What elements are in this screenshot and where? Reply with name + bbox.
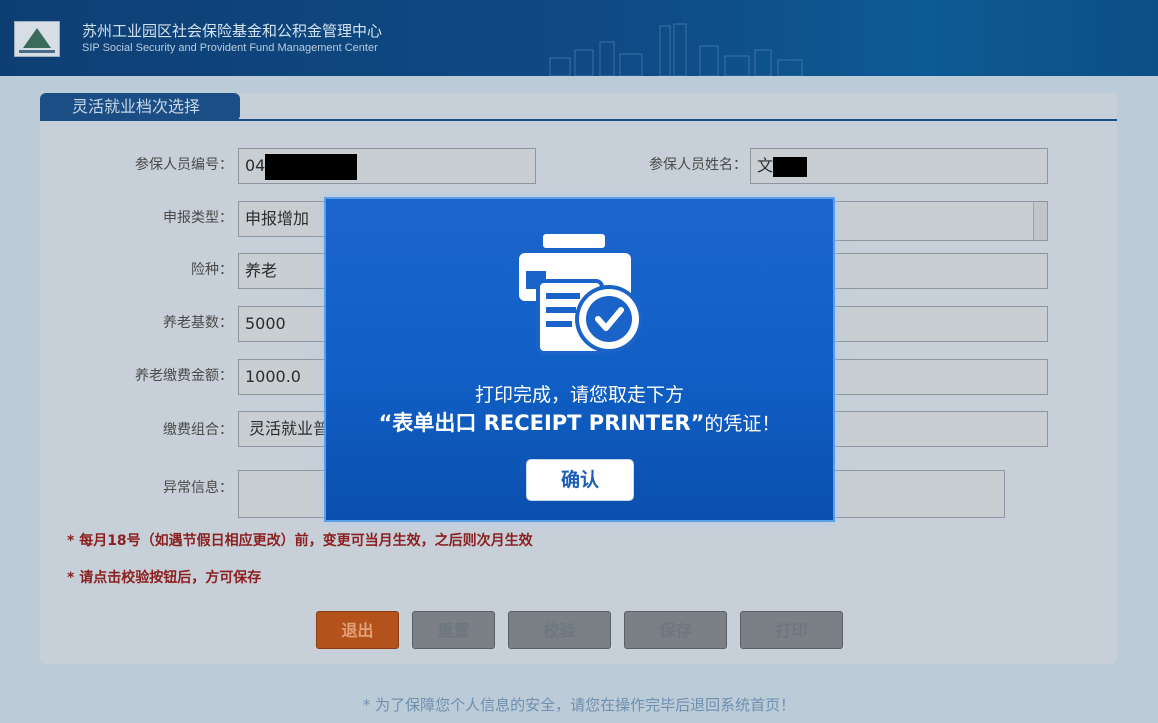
sip-logo xyxy=(14,21,60,57)
pension-amount-label: 养老缴费金额： xyxy=(135,368,233,384)
receipt-printer-label: “表单出口 RECEIPT PRINTER” xyxy=(378,411,705,435)
save-button[interactable]: 保存 xyxy=(624,611,727,649)
member-name-field[interactable]: 文 xyxy=(750,148,1048,184)
form-tab-title: 灵活就业档次选择 xyxy=(40,93,240,121)
payment-combo-label: 缴费组合： xyxy=(163,422,233,438)
pension-base-field-right[interactable] xyxy=(832,306,1048,342)
print-button[interactable]: 打印 xyxy=(740,611,843,649)
verify-note: * 请点击校验按钮后，方可保存 xyxy=(67,570,262,586)
error-info-textarea[interactable] xyxy=(238,470,328,518)
dialog-message-line2: “表单出口 RECEIPT PRINTER”的凭证！ xyxy=(326,407,833,437)
member-id-value: 04 xyxy=(245,156,266,175)
payment-combo-field[interactable]: 灵活就业普 xyxy=(238,411,328,447)
report-type-select[interactable]: 申报增加 xyxy=(238,201,328,237)
verify-button[interactable]: 校验 xyxy=(508,611,611,649)
exit-button[interactable]: 退出 xyxy=(316,611,399,649)
tab-divider xyxy=(40,119,1117,121)
printer-check-icon xyxy=(519,234,643,355)
insurance-type-field[interactable]: 养老 xyxy=(238,253,328,289)
skyline-graphic xyxy=(549,23,803,76)
member-id-label: 参保人员编号： xyxy=(135,157,233,173)
member-name-value: 文 xyxy=(757,156,774,175)
dialog-message-tail: 的凭证！ xyxy=(704,413,781,435)
insurance-field-right[interactable] xyxy=(832,253,1048,289)
pension-amount-field-right[interactable] xyxy=(832,359,1048,395)
reset-button[interactable]: 重置 xyxy=(412,611,495,649)
deadline-note: * 每月18号（如遇节假日相应更改）前，变更可当月生效，之后则次月生效 xyxy=(67,533,533,549)
redaction-block xyxy=(773,156,808,177)
print-complete-dialog: 打印完成，请您取走下方 “表单出口 RECEIPT PRINTER”的凭证！ 确… xyxy=(324,197,835,522)
report-type-select-right[interactable] xyxy=(832,201,1048,241)
pension-amount-field[interactable]: 1000.0 xyxy=(238,359,328,395)
payment-combo-field-right[interactable] xyxy=(832,411,1048,447)
app-header: 苏州工业园区社会保险基金和公积金管理中心 SIP Social Security… xyxy=(0,0,1158,76)
confirm-button[interactable]: 确认 xyxy=(526,459,634,501)
security-footer-note: * 为了保障您个人信息的安全，请您在操作完毕后退回系统首页！ xyxy=(362,696,796,714)
app-title-en: SIP Social Security and Provident Fund M… xyxy=(82,42,378,54)
redaction-block xyxy=(265,153,358,180)
select-dropdown-arrow[interactable] xyxy=(1033,202,1047,240)
member-id-field[interactable]: 04 xyxy=(238,148,536,184)
pension-base-label: 养老基数： xyxy=(163,315,233,331)
insurance-type-label: 险种： xyxy=(191,262,233,278)
error-info-textarea-right[interactable] xyxy=(832,470,1005,518)
error-info-label: 异常信息： xyxy=(163,480,233,496)
member-name-label: 参保人员姓名： xyxy=(649,157,747,173)
dialog-message-line1: 打印完成，请您取走下方 xyxy=(474,384,684,406)
app-title-cn: 苏州工业园区社会保险基金和公积金管理中心 xyxy=(82,22,383,40)
pension-base-field[interactable]: 5000 xyxy=(238,306,328,342)
report-type-label: 申报类型： xyxy=(163,210,233,226)
